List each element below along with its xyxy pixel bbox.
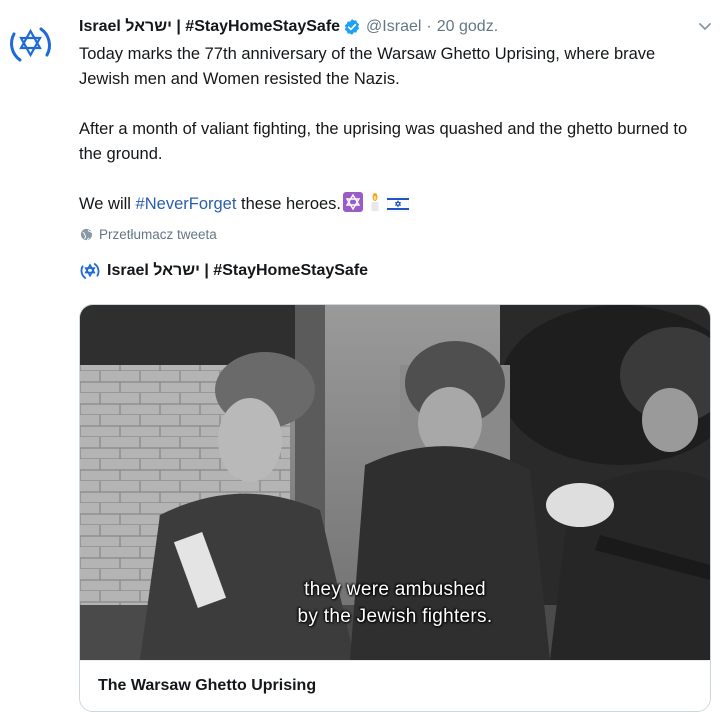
text-suffix: these heroes. xyxy=(236,195,342,213)
text-prefix: We will xyxy=(79,195,136,213)
translate-tweet-link[interactable]: Przetłumacz tweeta xyxy=(80,227,217,242)
candle-emoji-icon xyxy=(365,192,385,220)
chevron-down-icon[interactable] xyxy=(697,18,713,40)
video-thumbnail[interactable]: they were ambushed by the Jewish fighter… xyxy=(80,305,710,660)
video-subtitle-line: they were ambushed xyxy=(304,579,486,600)
card-footer[interactable]: The Warsaw Ghetto Uprising xyxy=(80,660,710,711)
card-title: The Warsaw Ghetto Uprising xyxy=(98,677,317,694)
verified-badge-icon xyxy=(343,18,361,36)
display-name[interactable]: Israel ישראל | #StayHomeStaySafe xyxy=(79,17,340,37)
israel-flag-emoji-icon xyxy=(386,195,410,220)
video-subtitle-line: by the Jewish fighters. xyxy=(297,606,493,627)
hashtag-link[interactable]: #NeverForget xyxy=(136,195,237,213)
link-card[interactable]: they were ambushed by the Jewish fighter… xyxy=(79,304,711,712)
user-handle[interactable]: @Israel xyxy=(366,17,421,37)
tweet-paragraph: We will #NeverForget these heroes. xyxy=(79,192,699,220)
tweet-header: Israel ישראל | #StayHomeStaySafe @Israel… xyxy=(79,15,713,39)
separator-dot: · xyxy=(426,18,432,35)
translate-label: Przetłumacz tweeta xyxy=(99,227,217,242)
tweet-text: Today marks the 77th anniversary of the … xyxy=(79,42,699,220)
star-of-david-logo-icon xyxy=(79,260,101,282)
globe-icon xyxy=(80,228,93,241)
quoted-tweet-author[interactable]: Israel ישראל | #StayHomeStaySafe xyxy=(79,260,368,282)
tweet[interactable]: Israel ישראל | #StayHomeStaySafe @Israel… xyxy=(0,0,725,712)
star-of-david-logo-icon xyxy=(10,27,51,62)
tweet-paragraph: Today marks the 77th anniversary of the … xyxy=(79,45,656,88)
tweet-paragraph: After a month of valiant fighting, the u… xyxy=(79,120,688,163)
star-of-david-emoji-icon xyxy=(343,192,364,220)
avatar[interactable] xyxy=(6,20,55,69)
timestamp[interactable]: 20 godz. xyxy=(437,17,498,37)
quoted-display-name: Israel ישראל | #StayHomeStaySafe xyxy=(107,262,369,279)
